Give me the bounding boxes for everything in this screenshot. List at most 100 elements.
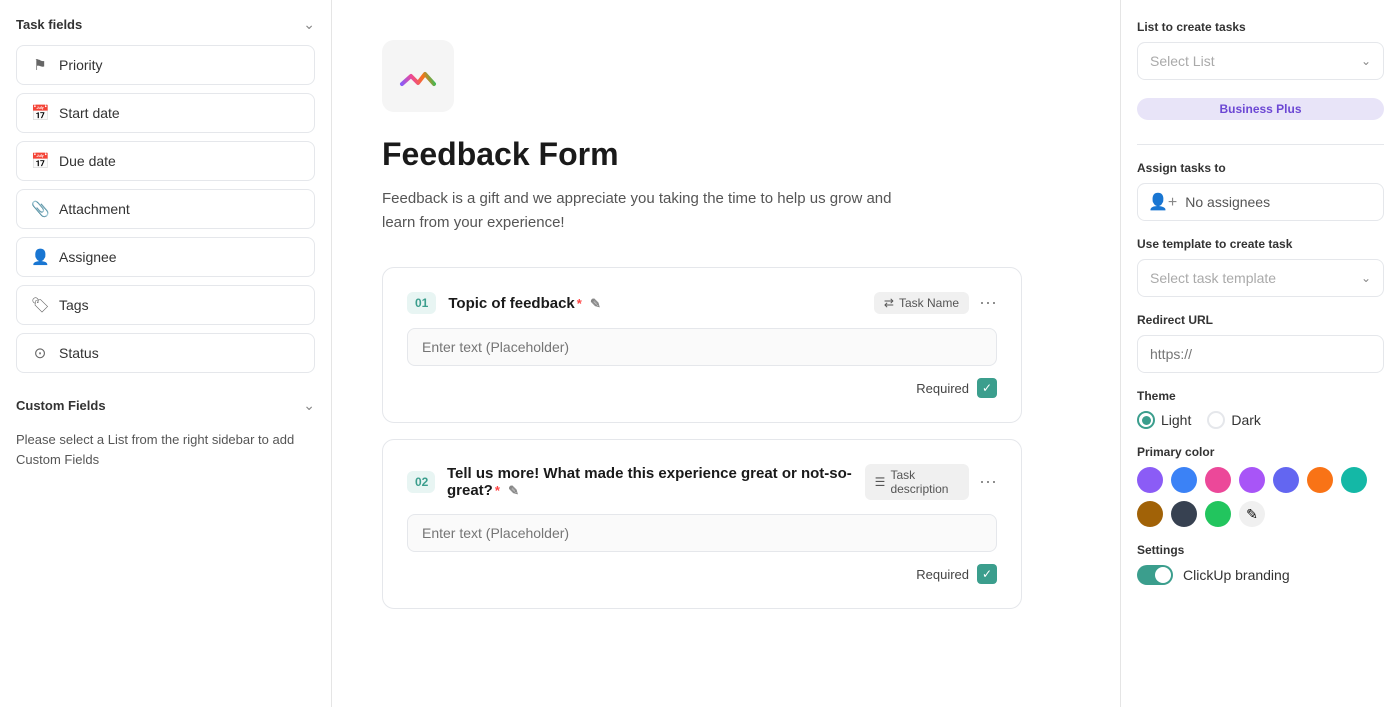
question-2-badge: ☰ Task description [865, 464, 969, 500]
question-1-left: 01 Topic of feedback* ✎ [407, 292, 601, 314]
color-dot-0[interactable] [1137, 467, 1163, 493]
question-2-right: ☰ Task description ⋯ [865, 464, 997, 500]
field-item-tags[interactable]: 🏷 Tags [16, 285, 315, 325]
field-icon-attachment: 📎 [31, 200, 49, 218]
theme-light-label: Light [1161, 412, 1191, 428]
question-1-badge: ⇄ Task Name [874, 292, 969, 314]
color-dot-3[interactable] [1239, 467, 1265, 493]
theme-row: Light Dark [1137, 411, 1384, 429]
theme-dark-label: Dark [1231, 412, 1261, 428]
business-plus-badge: Business Plus [1137, 98, 1384, 120]
field-item-attachment[interactable]: 📎 Attachment [16, 189, 315, 229]
color-dot-5[interactable] [1307, 467, 1333, 493]
question-2-required-row: Required [407, 564, 997, 584]
redirect-label: Redirect URL [1137, 313, 1384, 327]
field-icon-status: ⊙ [31, 344, 49, 362]
question-2-header: 02 Tell us more! What made this experien… [407, 464, 997, 500]
field-icon-start-date: 📅 [31, 104, 49, 122]
question-1-number: 01 [407, 292, 436, 314]
task-fields-header: Task fields ⌄ [16, 16, 315, 33]
clickup-branding-toggle[interactable] [1137, 565, 1173, 585]
primary-color-label: Primary color [1137, 445, 1384, 459]
required-label-1: Required [916, 381, 969, 396]
question-2-number: 02 [407, 471, 435, 493]
eyedropper-icon[interactable]: ✎ [1239, 501, 1265, 527]
assign-label: Assign tasks to [1137, 161, 1384, 175]
field-item-start-date[interactable]: 📅 Start date [16, 93, 315, 133]
template-select[interactable]: Select task template ⌄ [1137, 259, 1384, 297]
color-dot-7[interactable] [1137, 501, 1163, 527]
question-1-more[interactable]: ⋯ [979, 293, 997, 314]
theme-light-radio-outer [1137, 411, 1155, 429]
question-1-input[interactable] [407, 328, 997, 366]
color-dot-4[interactable] [1273, 467, 1299, 493]
theme-light-radio-inner [1142, 416, 1151, 425]
field-label-priority: Priority [59, 57, 103, 73]
divider-1 [1137, 144, 1384, 145]
field-label-assignee: Assignee [59, 249, 117, 265]
color-dot-6[interactable] [1341, 467, 1367, 493]
field-label-tags: Tags [59, 297, 89, 313]
list-select[interactable]: Select List ⌄ [1137, 42, 1384, 80]
right-sidebar: List to create tasks Select List ⌄ Busin… [1120, 0, 1400, 707]
question-2-input[interactable] [407, 514, 997, 552]
color-dot-1[interactable] [1171, 467, 1197, 493]
template-select-placeholder: Select task template [1150, 270, 1276, 286]
settings-label: Settings [1137, 543, 1384, 557]
no-assignees-row[interactable]: 👤+ No assignees [1137, 183, 1384, 221]
no-assignees-label: No assignees [1185, 194, 1270, 210]
color-dot-8[interactable] [1171, 501, 1197, 527]
question-1: 01 Topic of feedback* ✎ ⇄ Task Name ⋯ Re… [382, 267, 1022, 423]
main-content: Feedback Form Feedback is a gift and we … [332, 0, 1120, 707]
task-desc-icon: ☰ [875, 475, 886, 489]
field-icon-due-date: 📅 [31, 152, 49, 170]
question-1-required-checkbox[interactable] [977, 378, 997, 398]
theme-label: Theme [1137, 389, 1384, 403]
question-1-right: ⇄ Task Name ⋯ [874, 292, 997, 314]
field-icon-tags: 🏷 [31, 296, 49, 314]
question-1-title: Topic of feedback* ✎ [448, 295, 601, 312]
question-2-left: 02 Tell us more! What made this experien… [407, 465, 865, 499]
question-1-header: 01 Topic of feedback* ✎ ⇄ Task Name ⋯ [407, 292, 997, 314]
custom-fields-chevron[interactable]: ⌄ [303, 397, 315, 414]
field-label-due-date: Due date [59, 153, 116, 169]
redirect-url-input[interactable] [1137, 335, 1384, 373]
required-label-2: Required [916, 567, 969, 582]
field-label-status: Status [59, 345, 99, 361]
question-1-edit-icon[interactable]: ✎ [590, 296, 601, 311]
theme-dark-option[interactable]: Dark [1207, 411, 1261, 429]
field-label-attachment: Attachment [59, 201, 130, 217]
form-title: Feedback Form [382, 136, 1070, 173]
list-label: List to create tasks [1137, 20, 1384, 34]
question-2-edit-icon[interactable]: ✎ [508, 483, 519, 498]
task-name-icon: ⇄ [884, 296, 894, 310]
list-select-placeholder: Select List [1150, 53, 1215, 69]
task-fields-chevron[interactable]: ⌄ [303, 16, 315, 33]
custom-fields-title: Custom Fields [16, 398, 106, 413]
form-logo [382, 40, 454, 112]
theme-light-option[interactable]: Light [1137, 411, 1191, 429]
clickup-branding-label: ClickUp branding [1183, 567, 1290, 583]
field-item-priority[interactable]: ⚑Priority [16, 45, 315, 85]
template-select-chevron: ⌄ [1361, 271, 1371, 285]
field-label-start-date: Start date [59, 105, 120, 121]
question-2-required-star: * [495, 483, 500, 498]
color-dot-9[interactable] [1205, 501, 1231, 527]
settings-toggle-row: ClickUp branding [1137, 565, 1384, 585]
question-2-required-checkbox[interactable] [977, 564, 997, 584]
question-2-more[interactable]: ⋯ [979, 472, 997, 493]
color-grid: ✎ [1137, 467, 1384, 527]
clickup-logo-svg [398, 56, 438, 96]
custom-fields-header: Custom Fields ⌄ [16, 397, 315, 414]
field-item-status[interactable]: ⊙ Status [16, 333, 315, 373]
color-dot-2[interactable] [1205, 467, 1231, 493]
task-fields-list: ⚑Priority 📅 Start date 📅 Due date 📎 Attachment… [16, 45, 315, 373]
custom-fields-note: Please select a List from the right side… [16, 430, 315, 469]
field-item-assignee[interactable]: 👤Assignee [16, 237, 315, 277]
add-assignee-icon: 👤+ [1148, 192, 1177, 212]
left-sidebar: Task fields ⌄ ⚑Priority 📅 Start date 📅 Due d… [0, 0, 332, 707]
custom-fields-section: Custom Fields ⌄ Please select a List fro… [16, 397, 315, 469]
question-1-required-star: * [577, 296, 582, 311]
question-1-required-row: Required [407, 378, 997, 398]
field-item-due-date[interactable]: 📅 Due date [16, 141, 315, 181]
